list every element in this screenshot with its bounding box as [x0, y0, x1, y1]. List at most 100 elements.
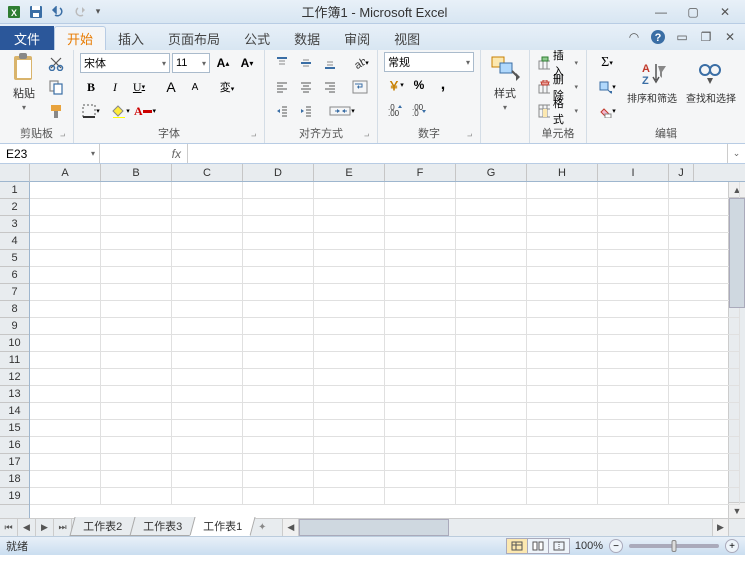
row-header[interactable]: 10: [0, 335, 29, 352]
cell[interactable]: [385, 454, 456, 471]
cell[interactable]: [456, 386, 527, 403]
sheet-tab[interactable]: 工作表2: [69, 517, 135, 536]
align-right-button[interactable]: [319, 76, 341, 98]
doc-close-icon[interactable]: ✕: [721, 28, 739, 46]
cell[interactable]: [172, 318, 243, 335]
column-header[interactable]: C: [172, 164, 243, 181]
normal-view-button[interactable]: [506, 538, 528, 554]
cell[interactable]: [385, 335, 456, 352]
cell[interactable]: [456, 250, 527, 267]
vscroll-track[interactable]: [729, 198, 745, 502]
cell[interactable]: [385, 284, 456, 301]
cell[interactable]: [456, 488, 527, 505]
cell[interactable]: [172, 216, 243, 233]
cell[interactable]: [30, 318, 101, 335]
cell[interactable]: [385, 199, 456, 216]
cell[interactable]: [101, 335, 172, 352]
ribbon-tab[interactable]: 插入: [106, 26, 156, 50]
cell[interactable]: [598, 352, 669, 369]
cell[interactable]: [527, 301, 598, 318]
row-header[interactable]: 9: [0, 318, 29, 335]
fill-button[interactable]: ▾: [593, 76, 621, 98]
formula-input[interactable]: [188, 144, 727, 163]
row-header[interactable]: 7: [0, 284, 29, 301]
row-header[interactable]: 16: [0, 437, 29, 454]
cell[interactable]: [527, 199, 598, 216]
cell[interactable]: [172, 437, 243, 454]
cell[interactable]: [314, 267, 385, 284]
cell[interactable]: [527, 437, 598, 454]
cell[interactable]: [598, 471, 669, 488]
cell[interactable]: [243, 182, 314, 199]
font-shrink-button[interactable]: A: [184, 76, 206, 98]
cell[interactable]: [30, 369, 101, 386]
align-left-button[interactable]: [271, 76, 293, 98]
cell[interactable]: [598, 233, 669, 250]
cell[interactable]: [527, 182, 598, 199]
cell[interactable]: [598, 318, 669, 335]
qat-customize-icon[interactable]: ▾: [92, 2, 104, 22]
cell[interactable]: [385, 437, 456, 454]
cell[interactable]: [314, 403, 385, 420]
cell[interactable]: [243, 471, 314, 488]
font-size-combo[interactable]: 11▾: [172, 53, 210, 73]
accounting-format-button[interactable]: ￥▾: [384, 74, 406, 96]
cell[interactable]: [527, 403, 598, 420]
cell[interactable]: [456, 403, 527, 420]
redo-icon[interactable]: [70, 2, 90, 22]
underline-button[interactable]: U ▾: [128, 76, 150, 98]
cell[interactable]: [101, 403, 172, 420]
row-header[interactable]: 17: [0, 454, 29, 471]
cell[interactable]: [314, 335, 385, 352]
cell[interactable]: [101, 488, 172, 505]
cell[interactable]: [527, 386, 598, 403]
cell[interactable]: [30, 420, 101, 437]
cell[interactable]: [527, 216, 598, 233]
ribbon-tab[interactable]: 公式: [232, 26, 282, 50]
cell[interactable]: [314, 199, 385, 216]
autosum-button[interactable]: Σ▾: [593, 52, 621, 74]
border-button[interactable]: ▾: [80, 100, 102, 122]
cell[interactable]: [385, 216, 456, 233]
cell[interactable]: [456, 437, 527, 454]
cell[interactable]: [243, 386, 314, 403]
cell[interactable]: [172, 233, 243, 250]
cell[interactable]: [172, 284, 243, 301]
cell[interactable]: [172, 267, 243, 284]
zoom-handle[interactable]: [672, 540, 677, 552]
cell[interactable]: [101, 352, 172, 369]
cell[interactable]: [101, 284, 172, 301]
bold-button[interactable]: B: [80, 76, 102, 98]
font-name-combo[interactable]: 宋体▾: [80, 53, 170, 73]
decrease-indent-button[interactable]: [271, 100, 293, 122]
cell[interactable]: [172, 199, 243, 216]
help-icon[interactable]: ?: [649, 28, 667, 46]
cell[interactable]: [172, 352, 243, 369]
cell[interactable]: [527, 318, 598, 335]
cell[interactable]: [101, 471, 172, 488]
cell[interactable]: [598, 454, 669, 471]
cell[interactable]: [172, 335, 243, 352]
cell[interactable]: [385, 488, 456, 505]
cell[interactable]: [456, 284, 527, 301]
cell-styles-button[interactable]: 样式 ▾: [487, 52, 523, 112]
ribbon-tab[interactable]: 页面布局: [156, 26, 232, 50]
format-cells-button[interactable]: 格式▾: [536, 100, 580, 122]
format-painter-button[interactable]: [45, 100, 67, 122]
cell[interactable]: [385, 386, 456, 403]
cell[interactable]: [456, 233, 527, 250]
cell[interactable]: [172, 454, 243, 471]
cell[interactable]: [172, 420, 243, 437]
ribbon-tab[interactable]: 视图: [382, 26, 432, 50]
column-header[interactable]: B: [101, 164, 172, 181]
cell[interactable]: [30, 301, 101, 318]
column-header[interactable]: E: [314, 164, 385, 181]
cell[interactable]: [527, 267, 598, 284]
cell[interactable]: [456, 352, 527, 369]
zoom-label[interactable]: 100%: [575, 540, 603, 552]
cell[interactable]: [243, 488, 314, 505]
percent-button[interactable]: %: [408, 74, 430, 96]
row-header[interactable]: 15: [0, 420, 29, 437]
cell[interactable]: [385, 471, 456, 488]
cell[interactable]: [30, 182, 101, 199]
